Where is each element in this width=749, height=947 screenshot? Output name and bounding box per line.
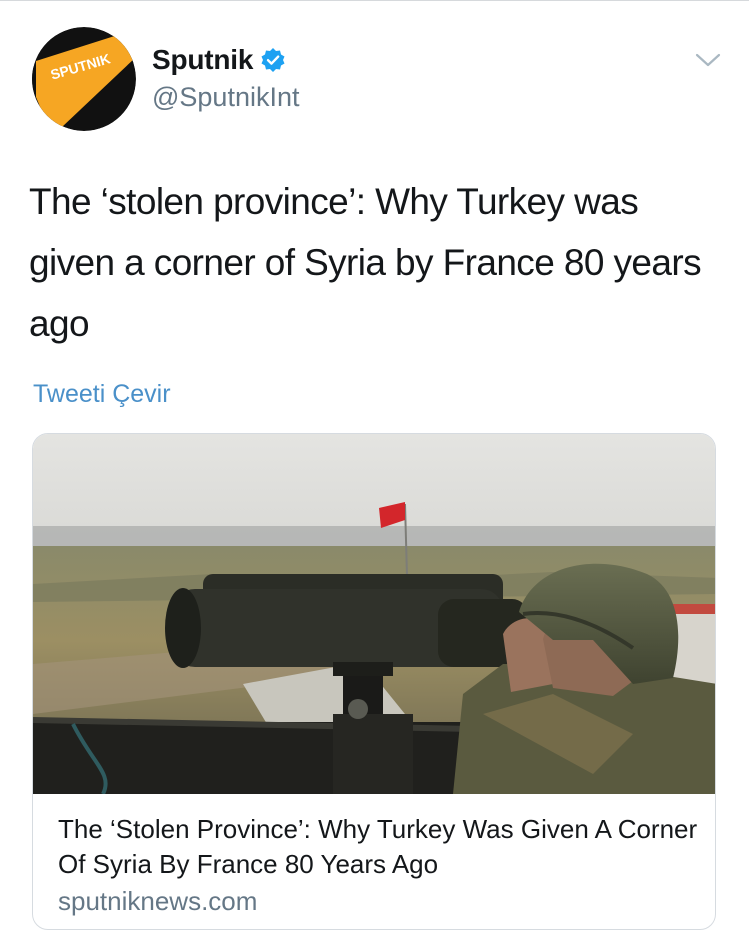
chevron-down-icon[interactable] (694, 50, 722, 70)
tweet-text: The ‘stolen province’: Why Turkey was gi… (29, 181, 702, 344)
top-divider (0, 0, 749, 1)
link-preview-card[interactable]: The ‘Stolen Province’: Why Turkey Was Gi… (32, 433, 716, 930)
card-title[interactable]: The ‘Stolen Province’: Why Turkey Was Gi… (58, 812, 698, 882)
author-name-row[interactable]: Sputnik (152, 44, 286, 76)
avatar[interactable]: SPUTNIK (32, 27, 136, 131)
sputnik-logo-icon: SPUTNIK (32, 27, 136, 131)
card-body[interactable]: The ‘Stolen Province’: Why Turkey Was Gi… (33, 794, 715, 919)
author-display-name[interactable]: Sputnik (152, 44, 253, 76)
verified-badge-icon (261, 48, 285, 72)
translate-tweet-link[interactable]: Tweeti Çevir (33, 380, 171, 409)
card-image (33, 434, 715, 794)
card-domain[interactable]: sputniknews.com (58, 883, 715, 919)
soldier-binoculars-photo (33, 434, 715, 794)
author-handle[interactable]: @SputnikInt (152, 82, 300, 113)
